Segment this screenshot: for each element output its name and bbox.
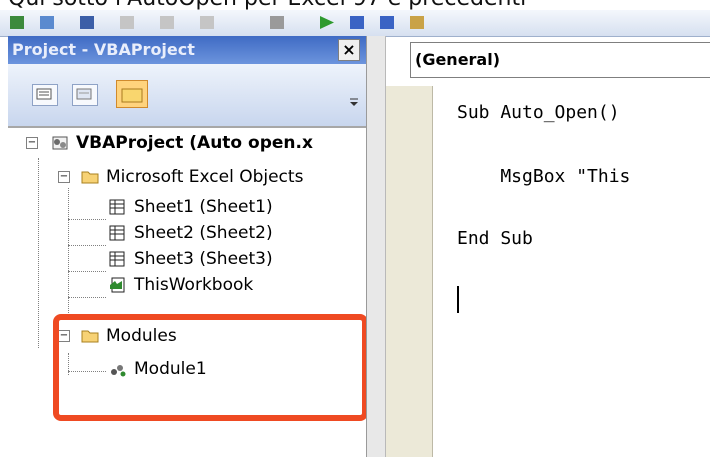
code-line: MsgBox "This [457, 166, 631, 187]
worksheet-icon [109, 251, 125, 267]
view-object-button[interactable] [72, 84, 98, 106]
worksheet-icon [109, 199, 125, 215]
project-pane-toolbar [8, 64, 366, 126]
code-editor[interactable]: Sub Auto_Open() MsgBox "This End Sub [433, 86, 710, 457]
design-mode-icon[interactable] [410, 16, 424, 29]
open-folder-icon [81, 171, 99, 184]
vba-project-icon [52, 136, 68, 150]
object-combo-value: (General) [415, 50, 501, 69]
collapse-icon[interactable]: − [26, 137, 38, 149]
text-caret [457, 286, 459, 313]
tree-line [68, 245, 106, 246]
overflow-chevron-icon[interactable] [350, 92, 358, 106]
break-icon[interactable] [350, 16, 364, 29]
toggle-folders-button[interactable] [116, 80, 148, 108]
copy-icon[interactable] [160, 16, 174, 29]
highlight-box [53, 314, 368, 421]
tree-root-label: VBAProject (Auto open.x [76, 133, 313, 153]
undo-icon[interactable] [270, 16, 284, 29]
close-button[interactable]: × [338, 39, 360, 61]
sheet3-label: Sheet3 (Sheet3) [134, 249, 273, 269]
tree-line [68, 297, 106, 298]
workbook-icon [110, 277, 125, 293]
pane-splitter[interactable] [366, 36, 386, 457]
run-icon[interactable] [320, 16, 334, 29]
worksheet-icon [109, 225, 125, 241]
view-code-icon [36, 88, 52, 100]
thisworkbook-label: ThisWorkbook [134, 275, 254, 295]
tree-line [68, 188, 69, 313]
code-line: Sub Auto_Open() [457, 102, 620, 123]
excel-objects-label: Microsoft Excel Objects [106, 167, 304, 187]
project-pane-title-bar: Project - VBAProject × [8, 36, 366, 64]
paste-icon[interactable] [200, 16, 214, 29]
tree-line [68, 219, 106, 220]
sheet1-label: Sheet1 (Sheet1) [134, 197, 273, 217]
tree-line [68, 271, 106, 272]
main-toolbar [0, 10, 710, 37]
view-object-icon [76, 88, 92, 100]
sheet2-label: Sheet2 (Sheet2) [134, 223, 273, 243]
excel-icon[interactable] [10, 16, 24, 29]
collapse-icon[interactable]: − [58, 171, 70, 183]
code-margin [386, 86, 433, 457]
cut-icon[interactable] [120, 16, 134, 29]
folder-icon [121, 88, 143, 103]
code-line: End Sub [457, 228, 533, 249]
save-icon[interactable] [80, 16, 94, 29]
project-pane-title: Project - VBAProject [12, 40, 195, 59]
reset-icon[interactable] [380, 16, 394, 29]
view-code-button[interactable] [32, 84, 58, 106]
tree-line [38, 158, 39, 348]
insert-icon[interactable] [40, 16, 54, 29]
object-combo[interactable]: (General) [410, 42, 710, 78]
